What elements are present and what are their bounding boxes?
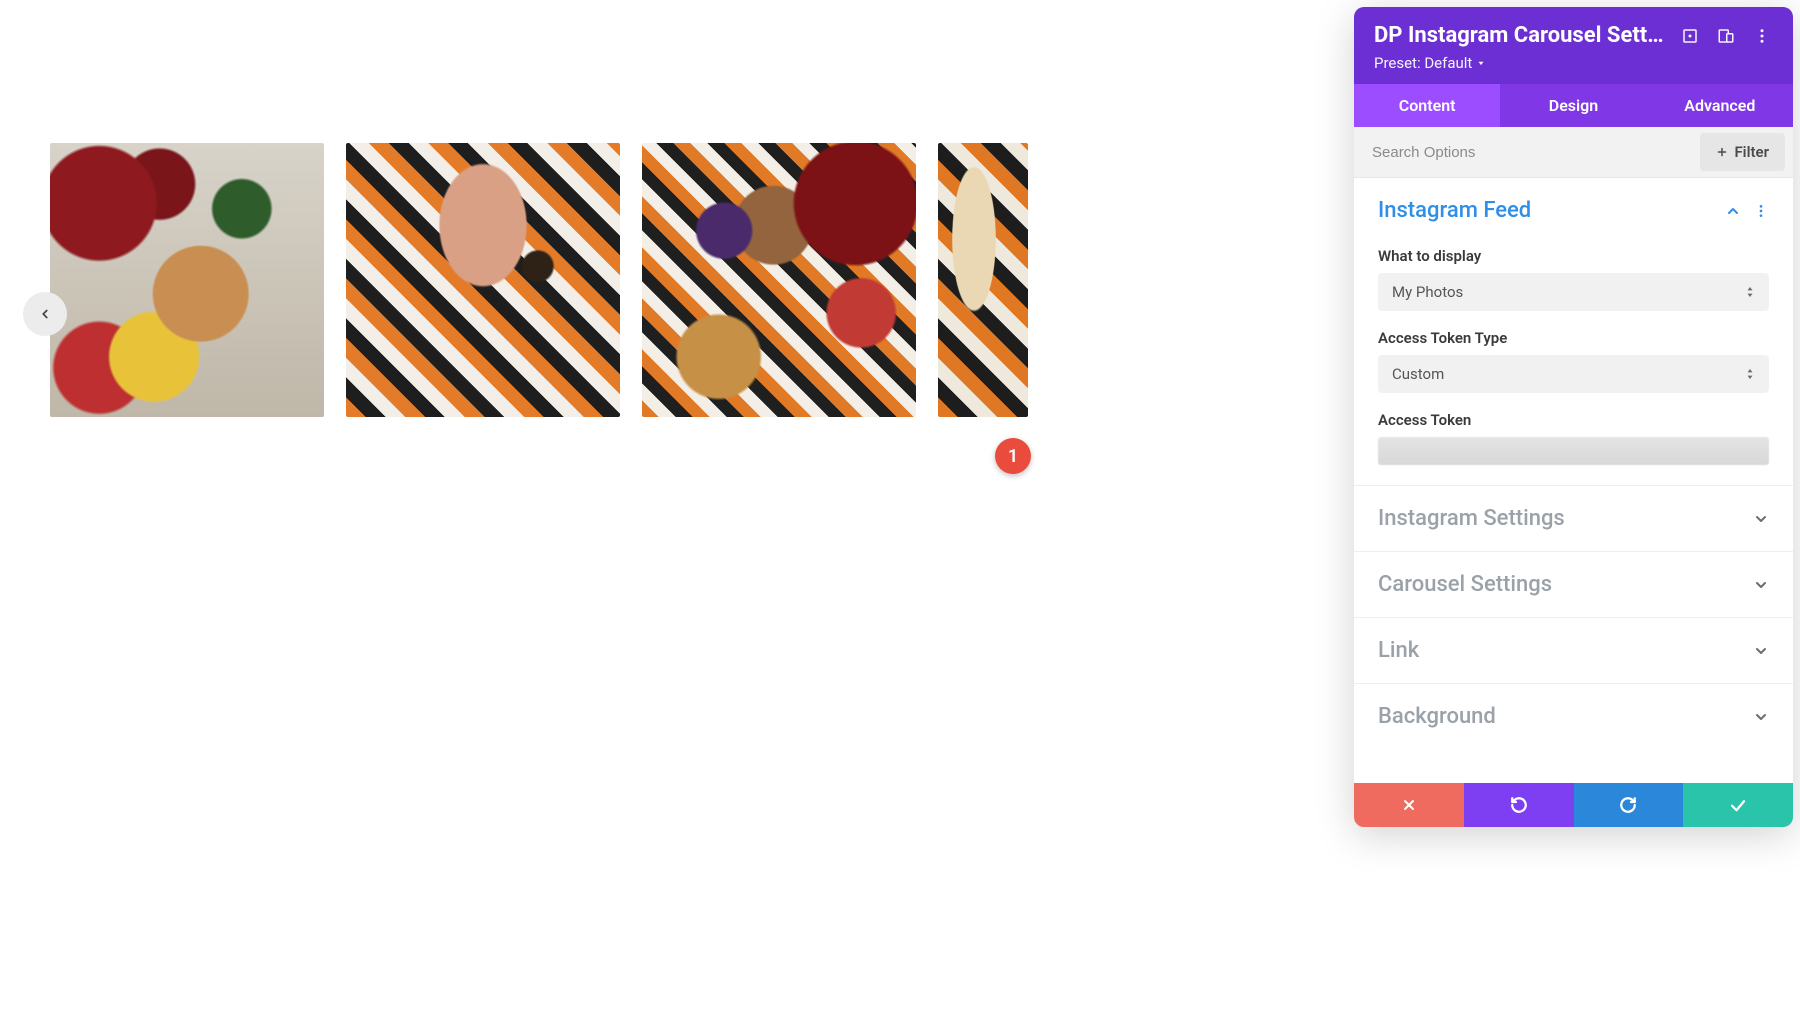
search-input[interactable] [1354, 130, 1700, 175]
select-caret-icon [1745, 367, 1755, 381]
select-value: My Photos [1392, 283, 1463, 301]
field-access-token-type: Access Token Type Custom [1378, 329, 1769, 393]
save-button[interactable] [1683, 783, 1793, 827]
section-header-link[interactable]: Link [1354, 618, 1793, 683]
expand-icon[interactable] [1679, 25, 1701, 47]
carousel [50, 143, 1008, 417]
panel-body[interactable]: Instagram Feed What to display My Photos [1354, 178, 1793, 783]
chevron-down-icon [1753, 709, 1769, 725]
panel-search-row: Filter [1354, 127, 1793, 178]
select-caret-icon [1745, 285, 1755, 299]
preview-area [0, 0, 1008, 1029]
field-label: What to display [1378, 247, 1769, 265]
field-what-to-display: What to display My Photos [1378, 247, 1769, 311]
carousel-image[interactable] [642, 143, 916, 417]
plus-icon [1716, 146, 1728, 158]
section-title: Instagram Feed [1378, 198, 1725, 223]
section-title: Instagram Settings [1378, 506, 1753, 531]
access-token-type-select[interactable]: Custom [1378, 355, 1769, 393]
access-token-input[interactable] [1378, 437, 1769, 465]
carousel-image[interactable] [938, 143, 1028, 417]
callout-number: 1 [1008, 446, 1018, 467]
tab-design[interactable]: Design [1500, 84, 1646, 127]
section-more-icon[interactable] [1753, 203, 1769, 219]
responsive-view-icon[interactable] [1715, 25, 1737, 47]
undo-button[interactable] [1464, 783, 1574, 827]
chevron-up-icon [1725, 203, 1741, 219]
carousel-prev-button[interactable] [23, 292, 67, 336]
carousel-image[interactable] [50, 143, 324, 417]
tab-content[interactable]: Content [1354, 84, 1500, 127]
check-icon [1729, 796, 1747, 814]
more-menu-icon[interactable] [1751, 25, 1773, 47]
chevron-left-icon [38, 307, 52, 321]
section-header-background[interactable]: Background [1354, 684, 1793, 749]
section-title: Link [1378, 638, 1753, 663]
close-icon [1401, 797, 1417, 813]
caret-down-icon [1476, 58, 1486, 68]
chevron-down-icon [1753, 643, 1769, 659]
field-label: Access Token [1378, 411, 1769, 429]
filter-label: Filter [1734, 143, 1769, 161]
field-label: Access Token Type [1378, 329, 1769, 347]
redo-button[interactable] [1574, 783, 1684, 827]
panel-title: DP Instagram Carousel Sett... [1374, 23, 1665, 48]
callout-badge-1: 1 [995, 438, 1031, 474]
section-carousel-settings: Carousel Settings [1354, 551, 1793, 617]
preset-label: Preset: Default [1374, 54, 1472, 72]
carousel-image[interactable] [346, 143, 620, 417]
what-to-display-select[interactable]: My Photos [1378, 273, 1769, 311]
chevron-down-icon [1753, 577, 1769, 593]
section-title: Background [1378, 704, 1753, 729]
section-header-instagram-settings[interactable]: Instagram Settings [1354, 486, 1793, 551]
section-instagram-settings: Instagram Settings [1354, 485, 1793, 551]
redo-icon [1619, 796, 1637, 814]
field-access-token: Access Token [1378, 411, 1769, 465]
section-header-instagram-feed[interactable]: Instagram Feed [1354, 178, 1793, 243]
section-header-carousel-settings[interactable]: Carousel Settings [1354, 552, 1793, 617]
settings-panel: DP Instagram Carousel Sett... Preset: De… [1354, 7, 1793, 827]
chevron-down-icon [1753, 511, 1769, 527]
section-instagram-feed: Instagram Feed What to display My Photos [1354, 178, 1793, 485]
undo-icon [1510, 796, 1528, 814]
close-button[interactable] [1354, 783, 1464, 827]
section-title: Carousel Settings [1378, 572, 1753, 597]
panel-header: DP Instagram Carousel Sett... Preset: De… [1354, 7, 1793, 84]
panel-footer [1354, 783, 1793, 827]
tab-advanced[interactable]: Advanced [1647, 84, 1793, 127]
section-background: Background [1354, 683, 1793, 749]
preset-dropdown[interactable]: Preset: Default [1374, 54, 1486, 72]
section-link: Link [1354, 617, 1793, 683]
filter-button[interactable]: Filter [1700, 133, 1785, 171]
select-value: Custom [1392, 365, 1444, 383]
panel-tabs: Content Design Advanced [1354, 84, 1793, 127]
